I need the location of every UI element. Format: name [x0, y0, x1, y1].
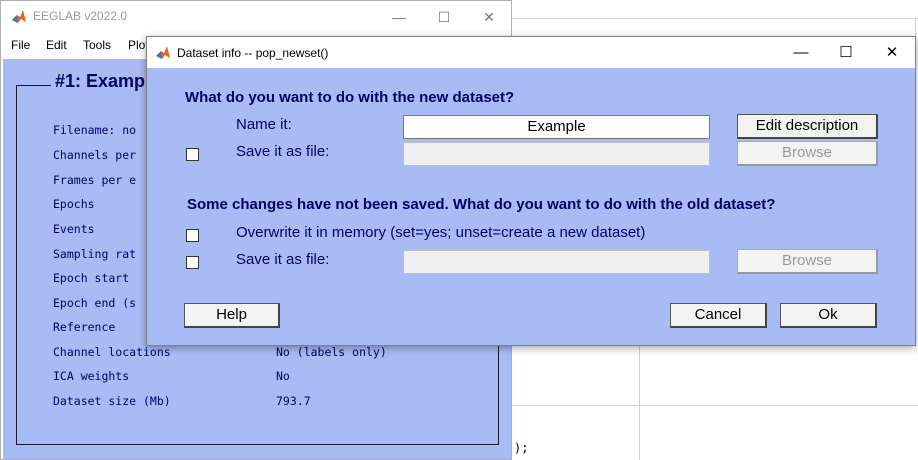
save-new-checkbox[interactable] — [186, 148, 199, 161]
browse-old-button[interactable]: Browse — [737, 249, 878, 274]
menu-file[interactable]: File — [11, 38, 30, 52]
background-divider — [639, 345, 640, 460]
info-label-sampling-rate: Sampling rat — [53, 247, 137, 261]
minimize-icon[interactable]: — — [387, 6, 411, 28]
edit-description-button[interactable]: Edit description — [737, 114, 878, 139]
overwrite-label: Overwrite it in memory (set=yes; unset=c… — [236, 224, 646, 241]
info-label-dataset-size: Dataset size (Mb) — [53, 394, 171, 408]
save-old-path-input[interactable] — [403, 250, 710, 274]
info-label-channel-locations: Channel locations — [53, 345, 171, 359]
info-label-events: Events — [53, 222, 95, 236]
maximize-icon[interactable]: ☐ — [833, 41, 859, 65]
info-label-filename: Filename: no — [53, 123, 137, 137]
info-label-epoch-end: Epoch end (s — [53, 296, 137, 310]
save-new-path-input[interactable] — [403, 142, 710, 166]
name-label: Name it: — [236, 116, 292, 133]
browse-new-button[interactable]: Browse — [737, 141, 878, 166]
info-label-epochs: Epochs — [53, 197, 95, 211]
save-new-label: Save it as file: — [236, 143, 330, 160]
menu-edit[interactable]: Edit — [46, 38, 67, 52]
new-dataset-heading: What do you want to do with the new data… — [185, 89, 515, 106]
info-value-ica-weights: No — [276, 369, 290, 383]
save-old-checkbox[interactable] — [186, 256, 199, 269]
dataset-title: #1: Examp — [51, 71, 150, 92]
command-window-text: ); — [514, 441, 529, 455]
command-window[interactable] — [512, 405, 918, 460]
matlab-icon — [12, 10, 26, 23]
matlab-icon — [156, 46, 170, 59]
dataset-name-input[interactable]: Example — [403, 115, 710, 139]
info-label-reference: Reference — [53, 320, 116, 334]
info-label-ica-weights: ICA weights — [53, 369, 130, 383]
dataset-info-dialog: Dataset info -- pop_newset() — ☐ ✕ What … — [146, 36, 916, 346]
maximize-icon[interactable]: ☐ — [432, 6, 456, 28]
info-label-epoch-start: Epoch start — [53, 271, 130, 285]
info-label-channels: Channels per — [53, 148, 137, 162]
info-value-channel-locations: No (labels only) — [276, 345, 387, 359]
old-dataset-heading: Some changes have not been saved. What d… — [187, 196, 776, 213]
ok-button[interactable]: Ok — [780, 303, 877, 328]
eeglab-window-title: EEGLAB v2022.0 — [33, 9, 128, 23]
dialog-title: Dataset info -- pop_newset() — [177, 46, 329, 60]
overwrite-checkbox[interactable] — [186, 229, 199, 242]
close-icon[interactable]: ✕ — [477, 6, 501, 28]
minimize-icon[interactable]: — — [788, 41, 814, 65]
info-value-dataset-size: 793.7 — [276, 394, 311, 408]
dialog-titlebar: Dataset info -- pop_newset() — ☐ ✕ — [147, 37, 915, 68]
info-label-frames: Frames per e — [53, 173, 137, 187]
background-divider — [512, 18, 918, 19]
close-icon[interactable]: ✕ — [879, 41, 905, 65]
eeglab-titlebar: EEGLAB v2022.0 — ☐ ✕ — [1, 1, 511, 33]
help-button[interactable]: Help — [184, 303, 280, 328]
cancel-button[interactable]: Cancel — [670, 303, 767, 328]
save-old-label: Save it as file: — [236, 251, 330, 268]
menu-tools[interactable]: Tools — [83, 38, 111, 52]
